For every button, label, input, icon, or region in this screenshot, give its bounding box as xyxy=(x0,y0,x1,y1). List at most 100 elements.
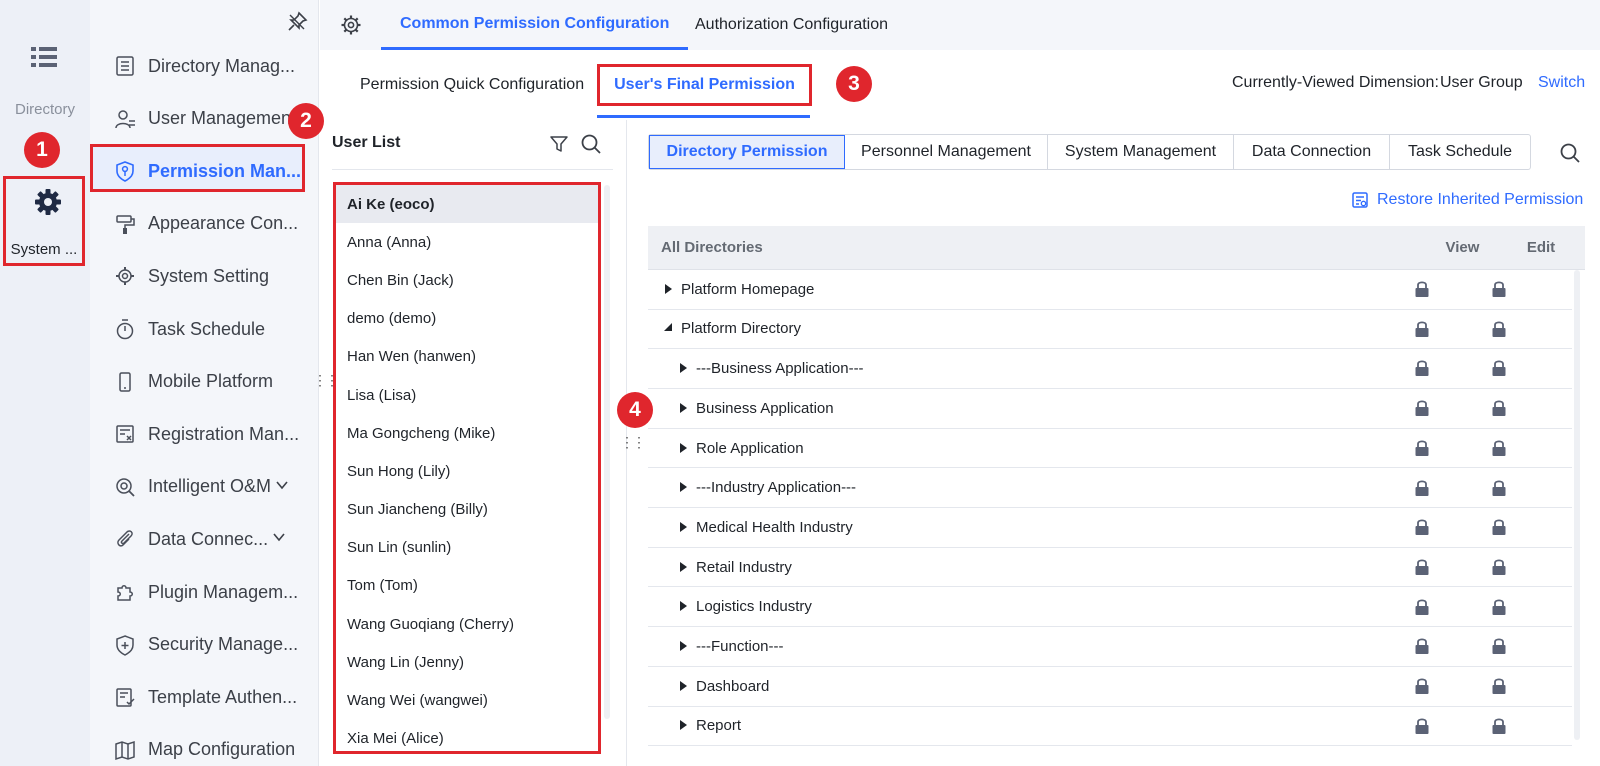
user-list-item[interactable]: Ma Gongcheng (Mike) xyxy=(336,414,598,452)
caret-right-icon[interactable] xyxy=(678,519,696,536)
sidebar-item[interactable]: Data Connec... xyxy=(90,514,319,564)
view-lock-icon[interactable] xyxy=(1414,399,1430,417)
sidebar-item[interactable]: User Management xyxy=(90,94,319,144)
edit-lock-icon[interactable] xyxy=(1491,518,1507,536)
permission-search-icon[interactable] xyxy=(1559,142,1581,164)
sidebar-item[interactable]: Task Schedule xyxy=(90,304,319,354)
caret-right-icon[interactable] xyxy=(678,360,696,377)
table-scrollbar[interactable] xyxy=(1574,270,1580,740)
subtab-quick-config[interactable]: Permission Quick Configuration xyxy=(360,52,584,118)
user-list-item[interactable]: Tom (Tom) xyxy=(336,567,598,605)
edit-lock-icon[interactable] xyxy=(1491,558,1507,576)
table-row[interactable]: Dashboard xyxy=(648,667,1572,707)
pin-icon[interactable] xyxy=(286,11,308,33)
sidebar-item[interactable]: Plugin Managem... xyxy=(90,567,319,617)
view-lock-icon[interactable] xyxy=(1414,598,1430,616)
view-lock-icon[interactable] xyxy=(1414,717,1430,735)
user-list-item[interactable]: Sun Hong (Lily) xyxy=(336,452,598,490)
table-row[interactable]: Medical Health Industry xyxy=(648,508,1572,548)
edit-lock-icon[interactable] xyxy=(1491,439,1507,457)
caret-right-icon[interactable] xyxy=(678,559,696,576)
user-list-item[interactable]: Lisa (Lisa) xyxy=(336,376,598,414)
sidebar-item[interactable]: Template Authen... xyxy=(90,672,319,722)
rail-directory-label[interactable]: Directory xyxy=(0,101,90,118)
table-row[interactable]: ---Function--- xyxy=(648,627,1572,667)
caret-right-icon[interactable] xyxy=(678,440,696,457)
caret-right-icon[interactable] xyxy=(678,638,696,655)
sidebar-item[interactable]: Mobile Platform xyxy=(90,357,319,407)
edit-lock-icon[interactable] xyxy=(1491,677,1507,695)
caret-right-icon[interactable] xyxy=(678,479,696,496)
user-list-item[interactable]: Han Wen (hanwen) xyxy=(336,338,598,376)
edit-lock-icon[interactable] xyxy=(1491,399,1507,417)
table-row[interactable]: Business Application xyxy=(648,389,1572,429)
filter-icon[interactable] xyxy=(549,134,569,154)
view-lock-icon[interactable] xyxy=(1414,518,1430,536)
caret-down-icon[interactable] xyxy=(663,320,681,337)
user-list-item[interactable]: Sun Jiancheng (Billy) xyxy=(336,491,598,529)
edit-lock-icon[interactable] xyxy=(1491,598,1507,616)
edit-lock-icon[interactable] xyxy=(1491,280,1507,298)
tab-data-connection[interactable]: Data Connection xyxy=(1234,135,1390,169)
user-list-item[interactable]: Wang Lin (Jenny) xyxy=(336,643,598,681)
caret-right-icon[interactable] xyxy=(678,717,696,734)
edit-lock-icon[interactable] xyxy=(1491,359,1507,377)
subtab-final-permission[interactable]: User's Final Permission xyxy=(597,64,812,106)
user-list-item[interactable]: Chen Bin (Jack) xyxy=(336,261,598,299)
edit-lock-icon[interactable] xyxy=(1491,637,1507,655)
chevron-down-icon[interactable] xyxy=(271,478,289,496)
sidebar-resize-handle[interactable]: ⋮⋮ xyxy=(313,372,339,389)
caret-right-icon[interactable] xyxy=(678,598,696,615)
view-lock-icon[interactable] xyxy=(1414,479,1430,497)
sidebar-item[interactable]: Permission Man... xyxy=(90,146,319,196)
user-list-item[interactable]: Wang Guoqiang (Cherry) xyxy=(336,605,598,643)
user-list-item[interactable]: Wang Wei (wangwei) xyxy=(336,681,598,719)
table-row[interactable]: Logistics Industry xyxy=(648,588,1572,628)
view-lock-icon[interactable] xyxy=(1414,637,1430,655)
user-list-scrollbar[interactable] xyxy=(604,185,610,719)
user-list-item[interactable]: demo (demo) xyxy=(336,300,598,338)
user-list-item[interactable]: Sun Lin (sunlin) xyxy=(336,529,598,567)
user-list-item[interactable]: Ai Ke (eoco) xyxy=(336,185,598,224)
user-search-icon[interactable] xyxy=(580,133,602,155)
table-row[interactable]: ---Business Application--- xyxy=(648,349,1572,389)
tab-task-schedule[interactable]: Task Schedule xyxy=(1390,135,1530,169)
sidebar-item[interactable]: Appearance Con... xyxy=(90,199,319,249)
tab-system-management[interactable]: System Management xyxy=(1048,135,1234,169)
view-lock-icon[interactable] xyxy=(1414,320,1430,338)
chevron-down-icon[interactable] xyxy=(268,530,286,548)
tab-authorization[interactable]: Authorization Configuration xyxy=(695,0,888,50)
edit-lock-icon[interactable] xyxy=(1491,479,1507,497)
sidebar-item[interactable]: Intelligent O&M xyxy=(90,462,319,512)
table-row[interactable]: Role Application xyxy=(648,429,1572,469)
caret-right-icon[interactable] xyxy=(678,678,696,695)
edit-lock-icon[interactable] xyxy=(1491,320,1507,338)
switch-link[interactable]: Switch xyxy=(1538,74,1585,92)
tab-common-permission[interactable]: Common Permission Configuration xyxy=(381,0,689,50)
view-lock-icon[interactable] xyxy=(1414,558,1430,576)
sidebar-item[interactable]: Map Configuration xyxy=(90,725,319,766)
caret-right-icon[interactable] xyxy=(678,400,696,417)
view-lock-icon[interactable] xyxy=(1414,280,1430,298)
sidebar-item[interactable]: Directory Manag... xyxy=(90,41,319,91)
view-lock-icon[interactable] xyxy=(1414,359,1430,377)
directory-list-icon[interactable] xyxy=(30,45,58,69)
view-lock-icon[interactable] xyxy=(1414,439,1430,457)
table-row[interactable]: Report xyxy=(648,707,1572,747)
tab-personnel-management[interactable]: Personnel Management xyxy=(845,135,1048,169)
caret-right-icon[interactable] xyxy=(663,281,681,298)
table-row[interactable]: Platform Directory xyxy=(648,310,1572,350)
sidebar-item[interactable]: Security Manage... xyxy=(90,620,319,670)
view-lock-icon[interactable] xyxy=(1414,677,1430,695)
table-row[interactable]: Retail Industry xyxy=(648,548,1572,588)
user-list-item[interactable]: Anna (Anna) xyxy=(336,223,598,261)
settings-gear-icon[interactable] xyxy=(340,14,362,36)
rail-system-management[interactable]: System ... xyxy=(3,176,85,266)
restore-inherited-permission[interactable]: Restore Inherited Permission xyxy=(1351,191,1583,209)
table-row[interactable]: ---Industry Application--- xyxy=(648,469,1572,509)
tab-directory-permission[interactable]: Directory Permission xyxy=(649,135,845,169)
panel-resize-handle[interactable]: ⋮⋮ xyxy=(620,434,646,451)
table-row[interactable]: Platform Homepage xyxy=(648,270,1572,310)
user-list-item[interactable]: Xia Mei (Alice) xyxy=(336,720,598,751)
sidebar-item[interactable]: System Setting xyxy=(90,251,319,301)
